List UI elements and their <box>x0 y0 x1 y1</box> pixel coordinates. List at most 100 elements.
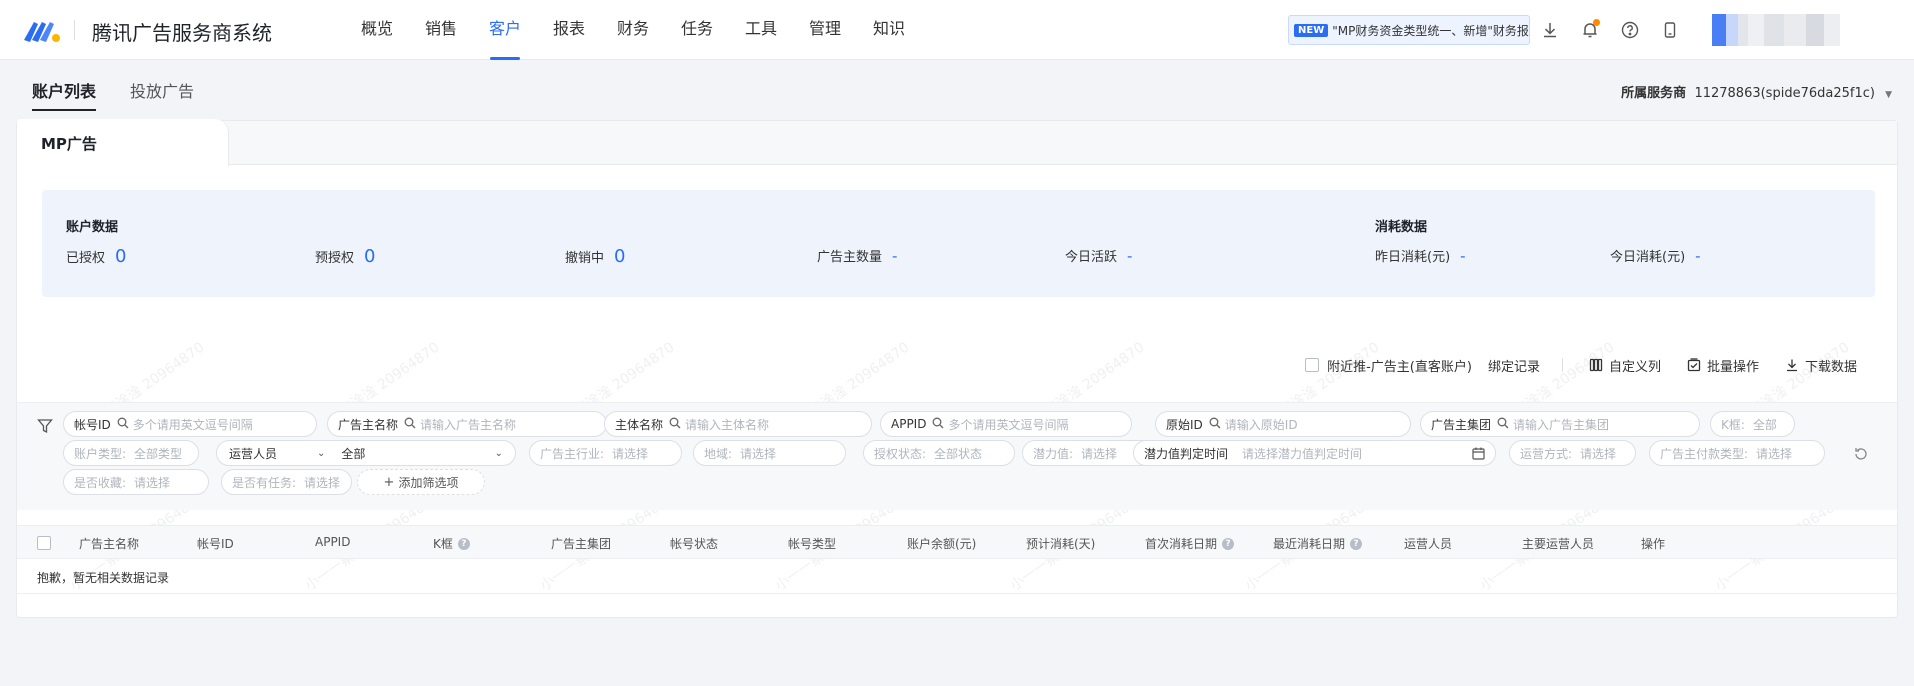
favorited-select[interactable]: 是否收藏: 请选择 <box>63 469 209 495</box>
nav-item-customers[interactable]: 客户 <box>473 0 537 60</box>
nav-item-finance[interactable]: 财务 <box>601 0 665 60</box>
column-label: APPID <box>315 535 351 549</box>
nearby-checkbox[interactable] <box>1305 358 1320 372</box>
column-label: 操作 <box>1641 537 1666 551</box>
select-all-checkbox[interactable] <box>37 536 51 550</box>
column-header-k-box[interactable]: K框? <box>433 535 470 552</box>
nav-item-tools[interactable]: 工具 <box>729 0 793 60</box>
potential-value: 请选择 <box>1081 446 1118 461</box>
account-id-input[interactable]: 帐号ID 多个请用英文逗号间隔 <box>63 411 317 437</box>
column-header-balance[interactable]: 账户余额(元) <box>907 535 976 552</box>
help-icon[interactable]: ? <box>457 537 470 550</box>
operation-mode-value: 请选择 <box>1580 446 1617 461</box>
tab-mp-ads[interactable]: MP广告 <box>17 119 229 166</box>
notice-banner[interactable]: NEW "MP财务资金类型统一、新增"财务报 <box>1288 15 1530 45</box>
entity-name-label: 主体名称 <box>615 417 664 432</box>
new-badge: NEW <box>1294 23 1329 37</box>
potential-date-picker[interactable]: 潜力值判定时间 请选择潜力值判定时间 <box>1133 440 1496 466</box>
industry-select[interactable]: 广告主行业: 请选择 <box>529 440 682 466</box>
column-header-account-status[interactable]: 帐号状态 <box>670 535 718 552</box>
chevron-down-icon: ⌄ <box>494 447 503 459</box>
help-icon[interactable] <box>1619 19 1641 41</box>
notification-dot <box>1593 19 1600 26</box>
tab-account-list[interactable]: 账户列表 <box>32 78 97 111</box>
download-icon[interactable] <box>1539 19 1561 41</box>
logo-icon[interactable] <box>22 16 62 44</box>
operation-mode-select[interactable]: 运营方式: 请选择 <box>1509 440 1636 466</box>
reset-icon[interactable] <box>1853 446 1869 462</box>
operator-select[interactable]: 运营人员 ⌄ 全部 ⌄ <box>216 440 516 466</box>
nav-item-sales[interactable]: 销售 <box>409 0 473 60</box>
column-header-operations[interactable]: 操作 <box>1641 535 1665 552</box>
column-header-main-operator[interactable]: 主要运营人员 <box>1522 535 1594 552</box>
notice-text: "MP财务资金类型统一、新增"财务报 <box>1332 23 1529 38</box>
k-box-label: K框: <box>1721 417 1745 432</box>
advertiser-group-input[interactable]: 广告主集团 请输入广告主集团 <box>1420 411 1700 437</box>
nav-item-admin[interactable]: 管理 <box>793 0 857 60</box>
tab-ad-delivery[interactable]: 投放广告 <box>130 78 194 102</box>
stat-value: - <box>892 246 898 265</box>
advertiser-name-input[interactable]: 广告主名称 请输入广告主名称 <box>327 411 607 437</box>
appid-label: APPID <box>891 417 927 431</box>
nav-item-overview[interactable]: 概览 <box>345 0 409 60</box>
batch-operation-button[interactable]: 批量操作 <box>1687 356 1759 375</box>
help-icon[interactable]: ? <box>1222 537 1235 550</box>
column-header-appid[interactable]: APPID <box>315 535 350 549</box>
advertiser-name-placeholder: 请输入广告主名称 <box>420 417 517 432</box>
nav-item-knowledge[interactable]: 知识 <box>857 0 921 60</box>
column-header-last-spend-date[interactable]: 最近消耗日期? <box>1273 535 1363 552</box>
download-data-button[interactable]: 下载数据 <box>1785 356 1857 375</box>
k-box-input[interactable]: K框: 全部 <box>1710 411 1795 437</box>
nav-item-tasks[interactable]: 任务 <box>665 0 729 60</box>
filter-icon[interactable] <box>37 418 53 434</box>
bind-record-link[interactable]: 绑定记录 <box>1488 356 1540 375</box>
stat-label: 广告主数量 <box>817 250 883 265</box>
download-icon <box>1786 359 1797 372</box>
caret-down-icon: ▼ <box>1885 90 1892 100</box>
custom-columns-button[interactable]: 自定义列 <box>1589 356 1661 375</box>
auth-status-select[interactable]: 授权状态: 全部状态 <box>863 440 1015 466</box>
has-task-select[interactable]: 是否有任务: 请选择 <box>221 469 352 495</box>
entity-name-input[interactable]: 主体名称 请输入主体名称 <box>604 411 872 437</box>
mobile-icon[interactable] <box>1659 19 1681 41</box>
app-title: 腾讯广告服务商系统 <box>92 21 272 45</box>
stat-value: - <box>1460 246 1466 265</box>
vendor-selector[interactable]: 所属服务商 11278863(spide76da25f1c) ▼ <box>1621 82 1892 101</box>
auth-status-label: 授权状态: <box>874 446 927 461</box>
help-icon[interactable]: ? <box>1350 537 1363 550</box>
region-select[interactable]: 地域: 请选择 <box>693 440 846 466</box>
original-id-input[interactable]: 原始ID 请输入原始ID <box>1155 411 1411 437</box>
payment-type-value: 请选择 <box>1756 446 1793 461</box>
top-navigation-bar: 腾讯广告服务商系统 概览 销售 客户 报表 财务 任务 工具 管理 知识 NEW "MP财务资金… <box>0 0 1914 60</box>
search-icon <box>1497 417 1509 432</box>
logo-divider <box>74 20 75 40</box>
advertiser-name-label: 广告主名称 <box>338 417 399 432</box>
has-task-value: 请选择 <box>304 475 341 490</box>
column-header-first-spend-date[interactable]: 首次消耗日期? <box>1145 535 1235 552</box>
appid-placeholder: 多个请用英文逗号间隔 <box>948 417 1069 432</box>
add-filter-button[interactable]: + 添加筛选项 <box>357 469 485 495</box>
column-header-estimated-days[interactable]: 预计消耗(天) <box>1026 535 1095 552</box>
column-header-operator[interactable]: 运营人员 <box>1404 535 1452 552</box>
nearby-checkbox-option[interactable]: 附近推-广告主(直客账户) <box>1305 356 1472 375</box>
column-label: K框 <box>433 537 453 551</box>
account-type-select[interactable]: 账户类型: 全部类型 <box>63 440 199 466</box>
bell-icon[interactable] <box>1579 19 1601 41</box>
appid-input[interactable]: APPID 多个请用英文逗号间隔 <box>880 411 1132 437</box>
stat-yesterday-spend: 昨日消耗(元) - <box>1375 246 1466 266</box>
stat-label: 昨日消耗(元) <box>1375 250 1451 265</box>
payment-type-select[interactable]: 广告主付款类型: 请选择 <box>1649 440 1825 466</box>
column-header-account-id[interactable]: 帐号ID <box>197 535 234 552</box>
column-header-advertiser-name[interactable]: 广告主名称 <box>79 535 139 552</box>
nav-item-reports[interactable]: 报表 <box>537 0 601 60</box>
original-id-placeholder: 请输入原始ID <box>1224 417 1298 432</box>
user-avatar[interactable] <box>1712 14 1860 46</box>
stat-value: 0 <box>364 246 376 267</box>
account-id-label: 帐号ID <box>74 417 111 432</box>
search-icon <box>932 417 944 432</box>
column-header-advertiser-group[interactable]: 广告主集团 <box>551 535 611 552</box>
column-header-account-type[interactable]: 帐号类型 <box>788 535 836 552</box>
column-label: 预计消耗(天) <box>1026 537 1096 551</box>
stat-value: 0 <box>115 246 127 267</box>
table-header: 广告主名称 帐号ID APPID K框? 广告主集团 帐号状态 帐号类型 账户余额(元) 预计消… <box>17 525 1897 559</box>
